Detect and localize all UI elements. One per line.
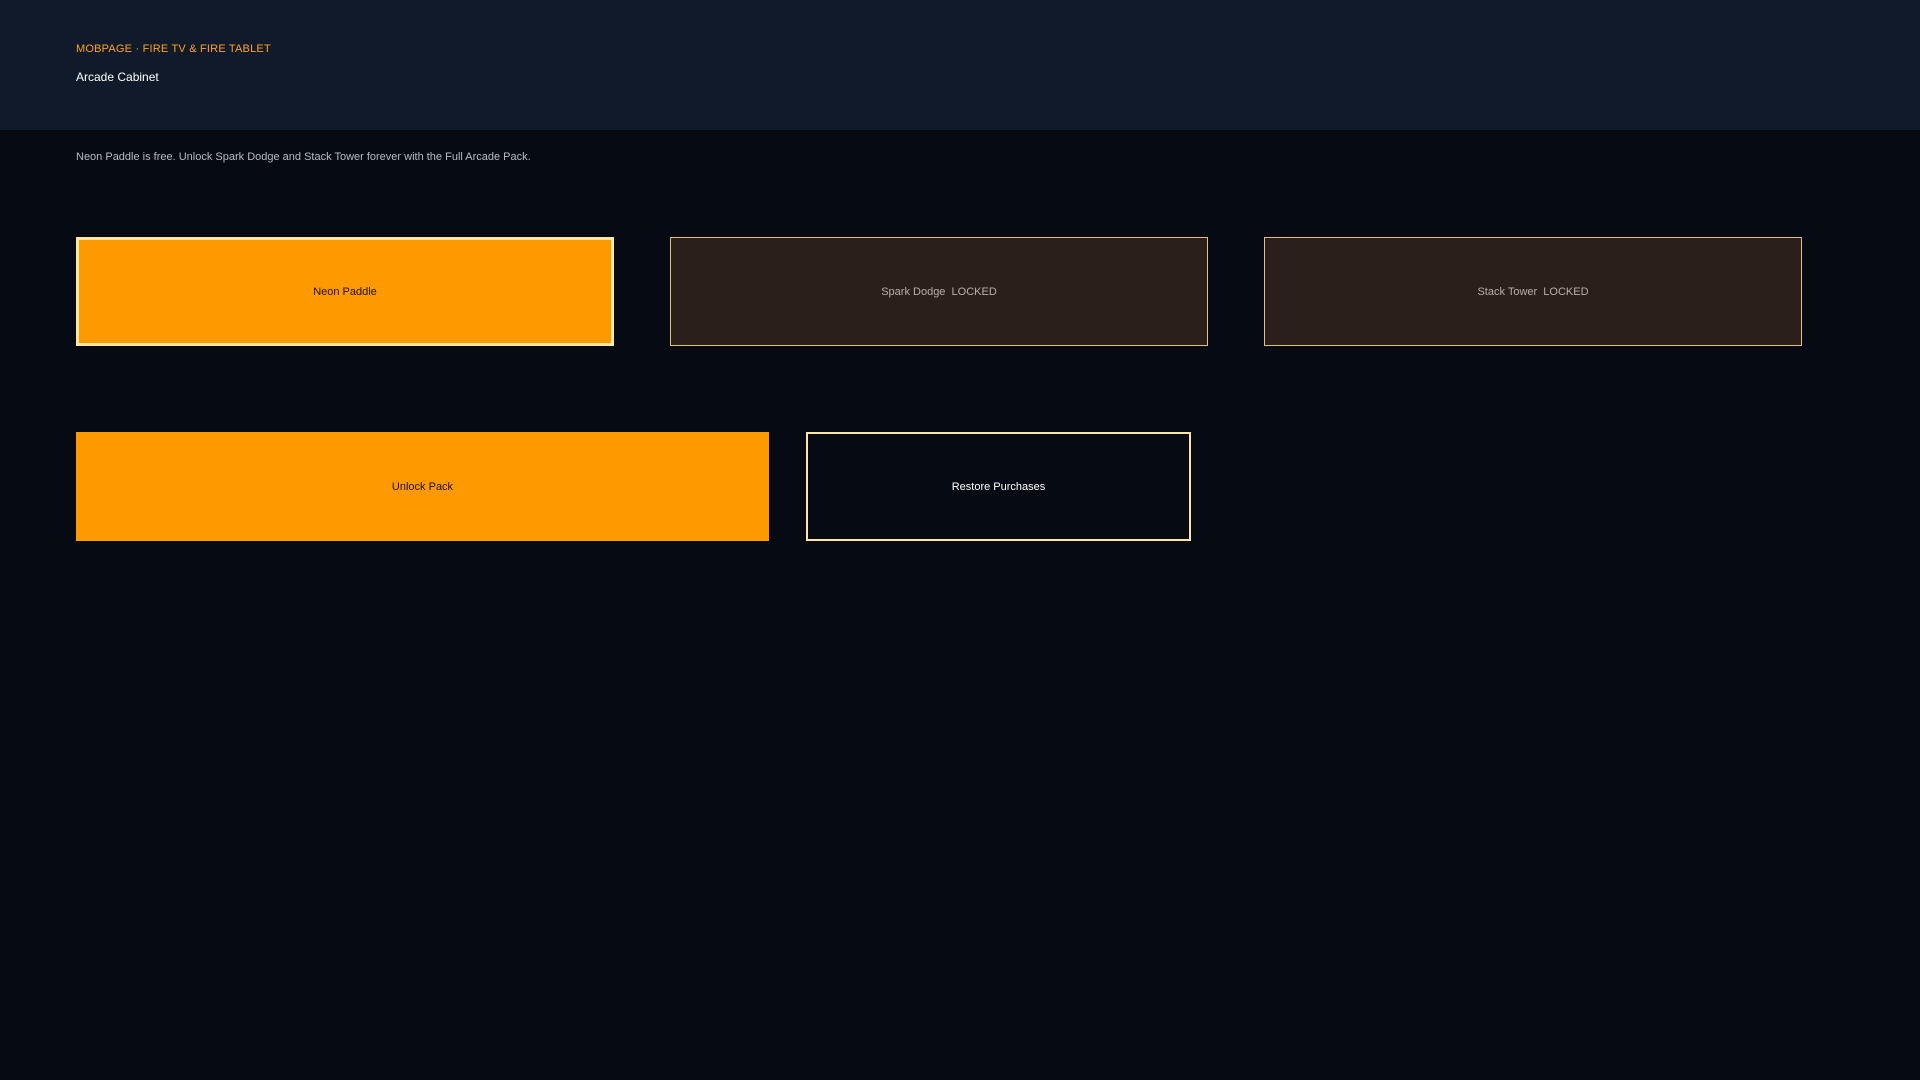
restore-purchases-button[interactable]: Restore Purchases: [806, 432, 1191, 541]
pack-description: Neon Paddle is free. Unlock Spark Dodge …: [76, 151, 531, 163]
game-card-neon-paddle[interactable]: Neon Paddle: [76, 237, 614, 346]
game-card-label: Spark Dodge LOCKED: [881, 285, 997, 298]
game-card-spark-dodge[interactable]: Spark Dodge LOCKED: [670, 237, 1208, 346]
game-card-label: Neon Paddle: [313, 285, 377, 298]
unlock-pack-button[interactable]: Unlock Pack: [76, 432, 769, 541]
game-card-stack-tower[interactable]: Stack Tower LOCKED: [1264, 237, 1802, 346]
header-bar: MOBPAGE · FIRE TV & FIRE TABLET Arcade C…: [0, 0, 1920, 130]
page-title: Arcade Cabinet: [76, 70, 159, 84]
game-card-label: Stack Tower LOCKED: [1477, 285, 1589, 298]
platform-eyebrow: MOBPAGE · FIRE TV & FIRE TABLET: [76, 43, 271, 55]
